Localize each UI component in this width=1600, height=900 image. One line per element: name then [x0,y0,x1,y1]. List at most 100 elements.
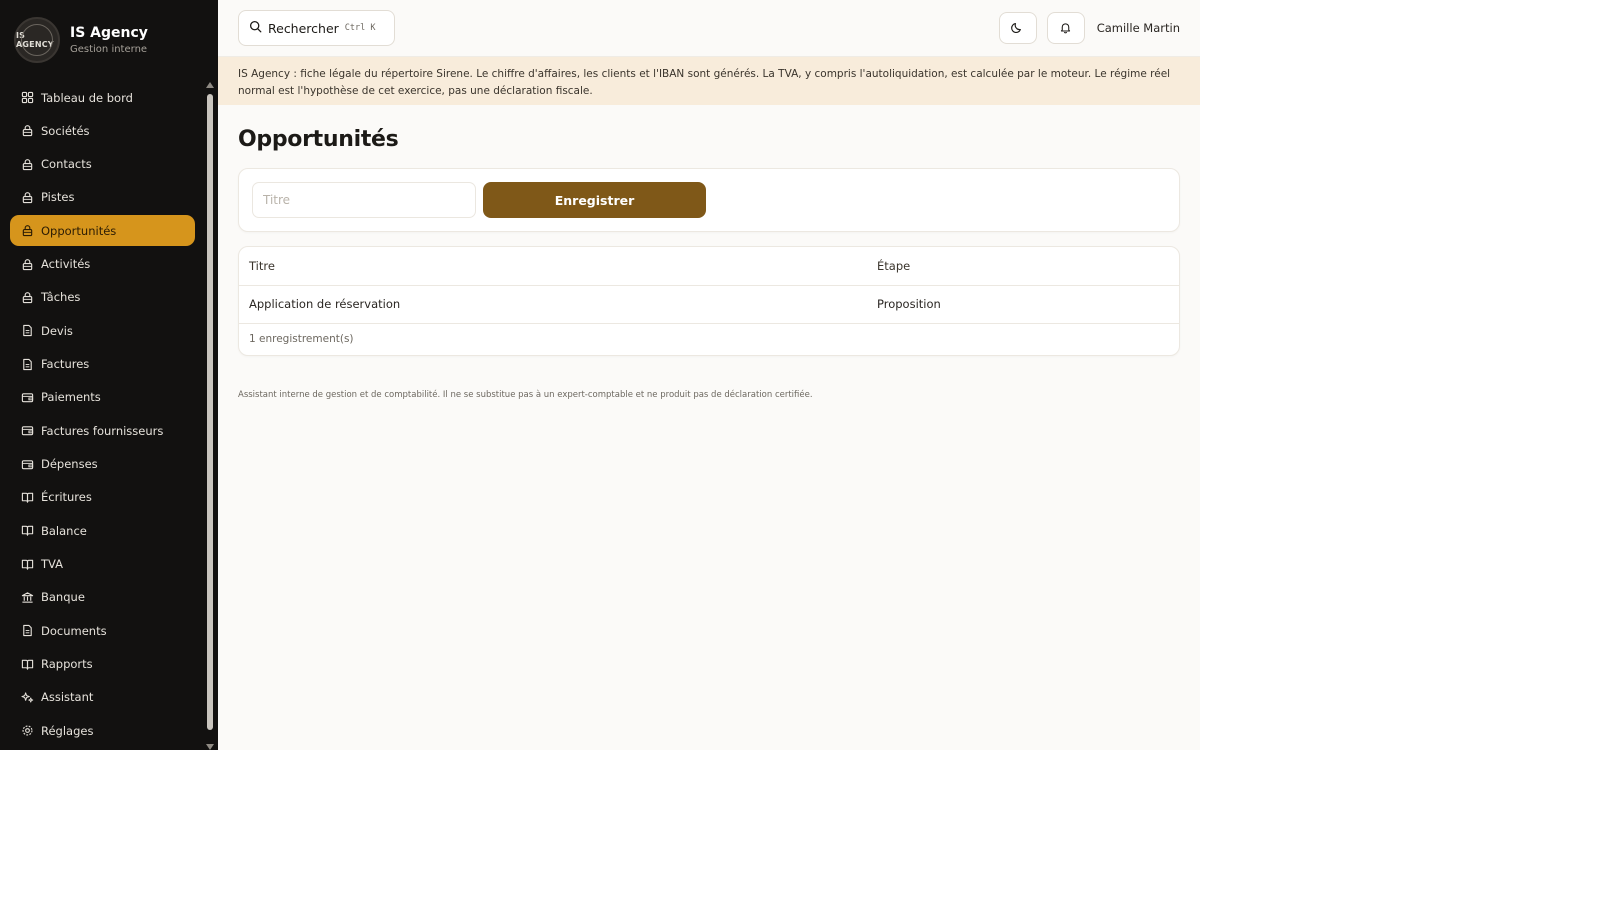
page-title: Opportunités [238,127,399,152]
sidebar-item-label: Banque [41,590,85,605]
cell-title: Application de réservation [239,285,867,324]
sidebar-scrollbar[interactable] [206,82,214,750]
sidebar-item-label: Assistant [41,690,94,705]
sidebar-item-label: Sociétés [41,123,90,138]
save-button[interactable]: Enregistrer [483,182,706,218]
dashboard-icon [20,91,34,105]
sidebar-item-assistant[interactable]: Assistant [10,682,195,713]
sidebar-item-label: Documents [41,623,107,638]
theme-toggle-button[interactable] [998,12,1037,44]
lock-icon [20,190,34,204]
sidebar: IS AGENCY IS Agency Gestion interne Tabl… [0,0,218,750]
wallet-icon [20,424,34,438]
sidebar-item-devis[interactable]: Devis [10,315,195,346]
book-icon [20,557,34,571]
sidebar-item-label: Tâches [41,290,81,305]
sidebar-item-label: Écritures [41,490,92,505]
sidebar-item-documents[interactable]: Documents [10,615,195,646]
column-header-stage[interactable]: Étape [867,247,1179,286]
search-shortcut: Ctrl K [344,23,376,33]
page-content: Opportunités Enregistrer Titre Étape [218,127,1200,400]
user-menu[interactable]: Camille Martin [1097,21,1180,35]
sidebar-item-opportunites[interactable]: Opportunités [10,215,195,247]
sidebar-item-factures-fournisseurs[interactable]: Factures fournisseurs [10,415,195,446]
document-icon [20,624,34,638]
sidebar-item-societes[interactable]: Sociétés [10,115,195,146]
sidebar-item-reglages[interactable]: Réglages [10,715,195,746]
topbar-actions: Camille Martin [989,12,1180,44]
info-banner: IS Agency : fiche légale du répertoire S… [218,57,1200,105]
sidebar-item-activites[interactable]: Activités [10,249,195,280]
cell-stage: Proposition [867,285,1179,324]
sidebar-item-label: Contacts [41,157,92,172]
document-icon [20,324,34,338]
sidebar-item-rapports[interactable]: Rapports [10,649,195,680]
sidebar-item-banque[interactable]: Banque [10,582,195,613]
search-icon [249,20,268,36]
record-count: 1 enregistrement(s) [249,333,354,345]
lock-icon [20,257,34,271]
search-label: Rechercher [268,20,339,36]
notifications-button[interactable] [1046,12,1085,44]
moon-icon [1011,19,1024,38]
sidebar-item-factures[interactable]: Factures [10,349,195,380]
opportunities-table: Titre Étape Application de réservation P… [239,247,1179,324]
title-input[interactable] [252,182,476,218]
sparkle-icon [20,690,34,704]
scroll-down-arrow[interactable] [206,744,214,750]
sidebar-item-balance[interactable]: Balance [10,515,195,546]
sidebar-item-label: Réglages [41,723,94,738]
sidebar-item-label: Devis [41,323,73,338]
wallet-icon [20,390,34,404]
sidebar-item-label: Factures fournisseurs [41,423,164,438]
wallet-icon [20,457,34,471]
brand-text: IS Agency Gestion interne [70,25,148,55]
lock-icon [20,290,34,304]
sidebar-item-tableau-de-bord[interactable]: Tableau de bord [10,82,195,113]
sidebar-item-label: Rapports [41,657,93,672]
sidebar-item-label: Dépenses [41,457,98,472]
table-row[interactable]: Application de réservation Proposition [239,285,1179,324]
sidebar-item-label: Balance [41,523,87,538]
sidebar-nav: Tableau de bord Sociétés Contacts Pistes Opp… [0,82,218,746]
brand-subtitle: Gestion interne [70,44,148,55]
sidebar-item-label: TVA [41,557,64,572]
scroll-up-arrow[interactable] [206,82,214,88]
brand: IS AGENCY IS Agency Gestion interne [0,0,218,80]
lock-icon [20,124,34,138]
search-button[interactable]: Rechercher Ctrl K [238,10,395,46]
sidebar-item-label: Activités [41,257,91,272]
disclaimer: Assistant interne de gestion et de compt… [238,389,813,400]
brand-logo-text: IS AGENCY [16,31,54,49]
main-area: Rechercher Ctrl K Camille Martin IS Agen… [218,0,1200,750]
sidebar-item-label: Factures [41,357,90,372]
document-icon [20,357,34,371]
create-form: Enregistrer [238,168,1180,232]
brand-logo: IS AGENCY [14,17,60,63]
sidebar-item-label: Opportunités [41,223,117,238]
book-icon [20,490,34,504]
opportunities-table-card: Titre Étape Application de réservation P… [238,246,1180,356]
gear-icon [20,724,34,738]
sidebar-item-tva[interactable]: TVA [10,549,195,580]
sidebar-item-depenses[interactable]: Dépenses [10,449,195,480]
book-icon [20,657,34,671]
table-header-row: Titre Étape [239,247,1179,286]
topbar: Rechercher Ctrl K Camille Martin [218,0,1200,57]
lock-icon [20,157,34,171]
sidebar-item-taches[interactable]: Tâches [10,282,195,313]
scroll-thumb[interactable] [207,94,213,730]
sidebar-item-ecritures[interactable]: Écritures [10,482,195,513]
sidebar-item-label: Pistes [41,190,75,205]
bank-icon [20,590,34,604]
sidebar-item-contacts[interactable]: Contacts [10,149,195,180]
lock-icon [20,224,34,238]
column-header-title[interactable]: Titre [239,247,867,286]
sidebar-item-label: Tableau de bord [41,90,133,105]
brand-name: IS Agency [70,25,148,41]
sidebar-item-paiements[interactable]: Paiements [10,382,195,413]
app-window: IS AGENCY IS Agency Gestion interne Tabl… [0,0,1200,750]
book-icon [20,524,34,538]
sidebar-item-pistes[interactable]: Pistes [10,182,195,213]
sidebar-item-label: Paiements [41,390,101,405]
